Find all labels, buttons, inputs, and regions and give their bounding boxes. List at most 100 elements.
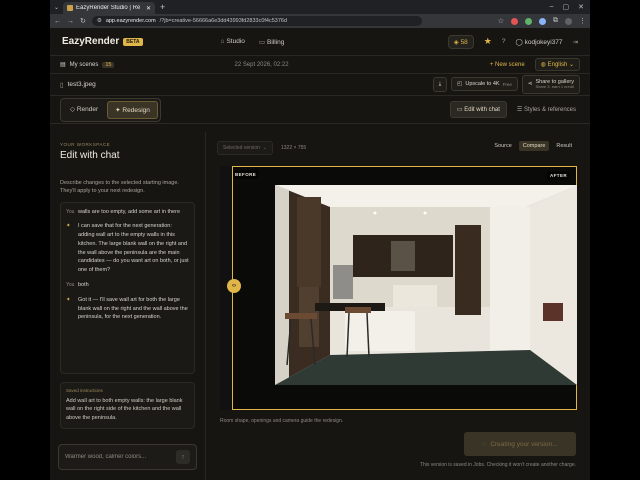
- message-text: I can save that for the next generation:…: [78, 223, 189, 274]
- panel-title: Edit with chat: [60, 150, 120, 161]
- cube-icon: ◇: [70, 105, 77, 113]
- nav-billing-label: Billing: [267, 38, 285, 46]
- preview-panel: Selected version ⌄ 1322 × 755 Source Comp…: [207, 132, 590, 480]
- puzzle-icon[interactable]: ⧉: [553, 17, 558, 25]
- styles-label: Styles & references: [523, 107, 576, 113]
- beta-badge: BETA: [123, 37, 143, 46]
- stage-caption: Room shape, openings and camera guide th…: [220, 418, 344, 424]
- back-icon[interactable]: ←: [54, 18, 61, 25]
- close-window-icon[interactable]: ✕: [578, 3, 584, 11]
- version-bar: Selected version ⌄ 1322 × 755: [217, 141, 306, 155]
- kitchen-render-image: [275, 185, 577, 385]
- tab-source[interactable]: Source: [490, 141, 515, 151]
- my-scenes-label: My scenes: [69, 61, 99, 68]
- app-root: EazyRender BETA ⌂ Studio ▭ Billing ◈ 58 ★ …: [50, 28, 590, 480]
- profile-avatar[interactable]: [565, 17, 572, 25]
- nav-studio[interactable]: ⌂ Studio: [221, 38, 245, 46]
- render-label: Render: [76, 105, 99, 113]
- extension-icon[interactable]: [525, 17, 532, 25]
- reload-icon[interactable]: ↻: [80, 17, 86, 25]
- version-select[interactable]: Selected version ⌄: [217, 141, 273, 155]
- logout-icon[interactable]: ⇥: [573, 38, 578, 46]
- upscale-badge: Free: [502, 81, 512, 87]
- user-menu[interactable]: ◯ kodjokeyi377: [516, 38, 563, 46]
- browser-tab[interactable]: EazyRender Studio | Re ✕: [63, 2, 156, 14]
- assistant-sparkle-icon: ✦: [66, 223, 71, 230]
- favorites-star-icon[interactable]: ★: [484, 36, 492, 47]
- version-placeholder: Selected version: [223, 145, 260, 151]
- compare-stage: BEFORE AFTER ‹›: [220, 166, 577, 410]
- share-gallery-button[interactable]: ⋖ Share to gallery Share 3, earn 1 credit: [521, 74, 580, 95]
- mode-toggle: ◇ Render ✦ Redesign: [60, 97, 161, 122]
- upscale-icon: ◰: [457, 81, 463, 88]
- tab-search-icon[interactable]: ⌄: [54, 4, 59, 11]
- charge-footnote: This version is saved in Jobs. Checking …: [419, 462, 576, 468]
- send-arrow-icon[interactable]: ↑: [176, 450, 190, 464]
- chevron-down-icon: ⌄: [262, 145, 267, 151]
- scene-bar: ▤ My scenes 15 22 Sept 2026, 02:22 + New…: [50, 56, 590, 74]
- close-tab-icon[interactable]: ✕: [146, 5, 151, 12]
- redesign-mode-button[interactable]: ✦ Redesign: [107, 100, 158, 119]
- saved-text: Add wall art to both empty walls: the la…: [66, 397, 183, 422]
- compare-slider-handle[interactable]: ‹›: [227, 279, 241, 293]
- panel-kicker: YOUR WORKSPACE: [60, 142, 111, 147]
- tab-compare[interactable]: Compare: [518, 141, 550, 151]
- chat-message-user: You walls are too empty, add some art in…: [66, 208, 189, 217]
- upscale-button[interactable]: ◰ Upscale to 4K Free: [451, 77, 518, 92]
- menu-kebab-icon[interactable]: ⋮: [579, 17, 586, 25]
- chat-message-assistant: ✦ I can save that for the next generatio…: [66, 222, 189, 275]
- card-icon: ▭: [258, 38, 266, 46]
- tab-strip: ⌄ EazyRender Studio | Re ✕ + – ▢ ✕: [50, 0, 590, 14]
- bookmark-star-icon[interactable]: ☆: [498, 17, 504, 25]
- url-field[interactable]: ⚙ app.eazyrender.com/?jb=creative-56666a…: [91, 16, 422, 26]
- chat-message-user: You both: [66, 281, 189, 290]
- file-actions: ⤓ ◰ Upscale to 4K Free ⋖ Share to gallery Sh…: [432, 74, 580, 95]
- credits-badge[interactable]: ◈ 58: [447, 34, 474, 49]
- chat-input[interactable]: [65, 454, 176, 460]
- download-icon: ⤓: [438, 80, 442, 87]
- logo[interactable]: EazyRender: [62, 36, 119, 47]
- window-controls: – ▢ ✕: [550, 3, 590, 11]
- favicon-icon: [67, 5, 74, 11]
- chat-thread[interactable]: You walls are too empty, add some art in…: [60, 201, 195, 374]
- user-icon: ◯: [515, 38, 525, 46]
- forward-icon[interactable]: →: [67, 18, 74, 25]
- upscale-label: Upscale to 4K: [465, 81, 500, 88]
- maximize-icon[interactable]: ▢: [563, 3, 570, 11]
- edit-with-chat-tab[interactable]: ▭ Edit with chat: [449, 101, 507, 118]
- credits-count: 58: [460, 38, 468, 46]
- after-frame: AFTER ‹›: [227, 166, 577, 410]
- my-scenes-button[interactable]: ▤ My scenes 15: [60, 61, 115, 68]
- new-scene-button[interactable]: + New scene: [490, 62, 525, 68]
- address-bar-row: ← → ↻ ⚙ app.eazyrender.com/?jb=creative-…: [50, 14, 590, 28]
- browser-chrome: ⌄ EazyRender Studio | Re ✕ + – ▢ ✕ ← → ↻…: [50, 0, 590, 28]
- render-mode-button[interactable]: ◇ Render: [63, 101, 105, 119]
- share-sub: Share 3, earn 1 credit: [535, 84, 574, 90]
- saved-heading: Saved instructions: [66, 387, 103, 393]
- help-icon[interactable]: ?: [502, 38, 506, 45]
- create-version-button[interactable]: ◌ Creating your version...: [464, 432, 576, 456]
- extension-icon[interactable]: [539, 17, 546, 25]
- nav-right: ◈ 58 ★ ? ◯ kodjokeyi377 ⇥: [447, 34, 578, 49]
- extension-icon[interactable]: [511, 17, 518, 25]
- edit-chat-label: Edit with chat: [464, 107, 500, 113]
- extensions: ☆ ⧉ ⋮: [498, 17, 586, 25]
- panel-description: Describe changes to the selected startin…: [60, 180, 179, 195]
- folder-icon: ▤: [60, 62, 66, 68]
- new-tab-icon[interactable]: +: [160, 2, 165, 12]
- minimize-icon[interactable]: –: [550, 3, 554, 11]
- download-button[interactable]: ⤓: [432, 76, 448, 92]
- assistant-sparkle-icon: ✦: [66, 296, 71, 303]
- language-select[interactable]: ◍ English ⌄: [534, 58, 580, 71]
- create-label: Creating your version...: [490, 440, 558, 448]
- tab-result[interactable]: Result: [552, 141, 576, 151]
- chat-input-box: ↑: [58, 444, 197, 470]
- file-icon: ▯: [60, 81, 64, 89]
- message-role: You: [66, 282, 75, 289]
- spinner-icon: ◌: [482, 440, 487, 448]
- home-icon: ⌂: [220, 37, 225, 45]
- styles-references-tab[interactable]: ☰ Styles & references: [513, 102, 580, 117]
- nav-billing[interactable]: ▭ Billing: [259, 38, 285, 46]
- site-info-icon[interactable]: ⚙: [97, 18, 102, 24]
- chevron-down-icon: ⌄: [568, 62, 574, 68]
